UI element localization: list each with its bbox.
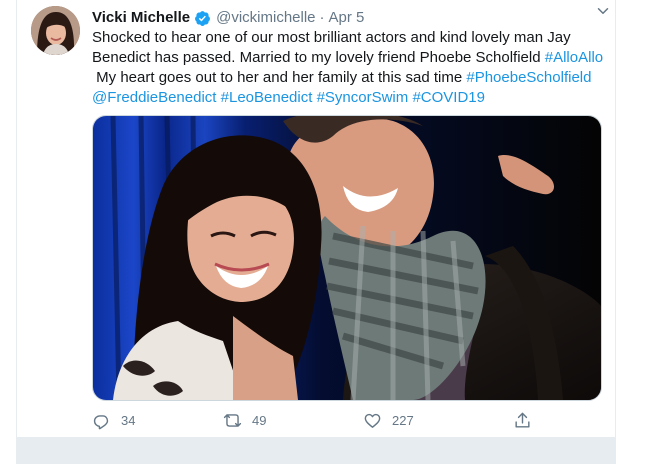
hashtag-syncorswim[interactable]: #SyncorSwim: [317, 89, 409, 106]
reply-icon: [93, 415, 109, 430]
retweet-icon: [223, 414, 242, 427]
timeline-column: Vicki Michelle @vickimichelle · Apr 5 Sh…: [16, 0, 616, 464]
tweet-text-part1: Shocked to hear one of our most brillian…: [92, 29, 575, 66]
author-handle[interactable]: @vickimichelle: [216, 8, 315, 28]
tweet[interactable]: Vicki Michelle @vickimichelle · Apr 5 Sh…: [17, 0, 615, 437]
author-name[interactable]: Vicki Michelle: [92, 8, 190, 28]
avatar[interactable]: [31, 6, 80, 55]
like-button[interactable]: 227: [363, 411, 414, 430]
tweet-text: Shocked to hear one of our most brillian…: [92, 28, 604, 108]
hashtag-covid19[interactable]: #COVID19: [412, 89, 485, 106]
reply-count: 34: [121, 413, 136, 428]
like-count: 227: [392, 413, 414, 428]
share-button[interactable]: [513, 411, 532, 430]
tweet-date[interactable]: Apr 5: [329, 8, 365, 28]
hashtag-alloallo[interactable]: #AlloAllo: [545, 49, 603, 66]
tweet-photo[interactable]: [92, 115, 602, 401]
verified-badge-icon: [195, 10, 211, 26]
separator-dot: ·: [319, 9, 325, 26]
share-icon: [515, 412, 530, 428]
photo-image: [93, 116, 601, 400]
reply-button[interactable]: 34: [92, 411, 135, 430]
mention-freddiebenedict[interactable]: @FreddieBenedict: [92, 89, 216, 106]
timeline-divider: [17, 437, 615, 464]
chevron-down-icon[interactable]: [594, 2, 612, 20]
avatar-image: [31, 6, 80, 55]
hashtag-phoebescholfield[interactable]: #PhoebeScholfield: [466, 69, 591, 86]
retweet-button[interactable]: 49: [223, 411, 266, 430]
hashtag-leobenedict[interactable]: #LeoBenedict: [221, 89, 313, 106]
tweet-header: Vicki Michelle @vickimichelle · Apr 5: [92, 7, 601, 29]
like-icon: [364, 413, 381, 428]
tweet-actions: 34 49 227: [92, 411, 532, 433]
tweet-text-part2: My heart goes out to her and her family …: [96, 69, 463, 86]
retweet-count: 49: [252, 413, 267, 428]
